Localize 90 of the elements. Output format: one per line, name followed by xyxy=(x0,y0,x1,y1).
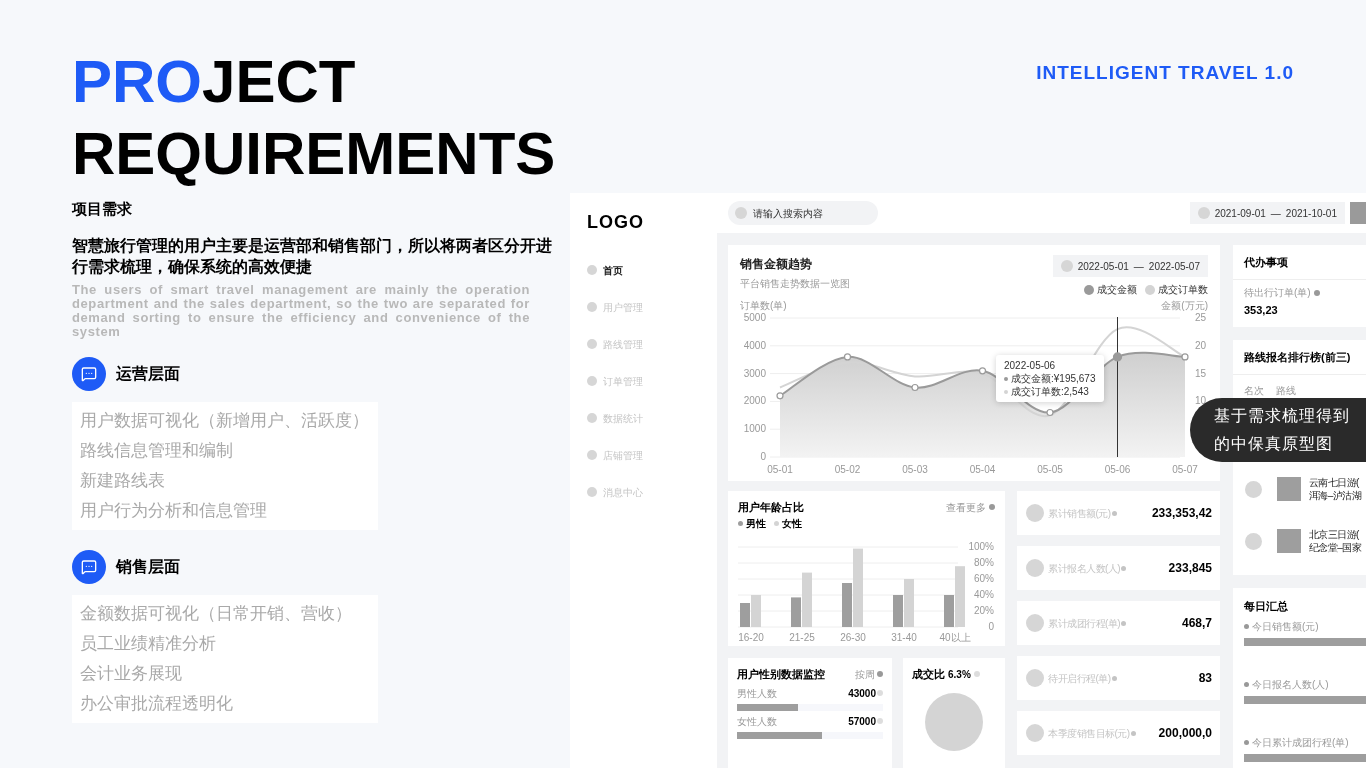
todo-value: 353,23 xyxy=(1244,303,1279,318)
card-title: 用户年龄占比 xyxy=(738,500,804,515)
axis-tick-label: 1000 xyxy=(743,423,766,435)
stat-value: 83 xyxy=(1198,670,1212,687)
list-item: 用户数据可视化（新增用户、活跃度） xyxy=(80,409,370,432)
card-title: 路线报名排行榜(前三) xyxy=(1244,349,1351,365)
stat-value: 233,845 xyxy=(1168,560,1212,577)
axis-tick-label: 05-04 xyxy=(969,464,996,475)
axis-tick-label: 26-30 xyxy=(840,631,866,643)
list-item: 新建路线表 xyxy=(80,469,166,492)
row-label: 男性人数 xyxy=(737,686,777,701)
filter-link[interactable]: 按周 xyxy=(855,666,883,682)
summary-english: The users of smart travel management are mainly the operation department and the sales department, so the two are separated for demand sorting to ensure the efficiency and convenience of the system xyxy=(72,282,530,339)
card-title: 成交比 xyxy=(912,667,945,682)
axis-tick-label: 60% xyxy=(974,572,994,584)
date-range-field[interactable]: 2022-05-01 — 2022-05-07 xyxy=(1052,255,1208,277)
axis-tick-label: 05-07 xyxy=(1172,464,1198,475)
axis-tick-label: 25 xyxy=(1194,313,1206,323)
card-title: 代办事项 xyxy=(1244,254,1288,270)
axis-tick-label: 0 xyxy=(988,620,994,632)
more-link[interactable]: 查看更多 xyxy=(946,499,995,516)
logo-text: LOGO xyxy=(587,211,645,234)
column-header: 路线 xyxy=(1276,384,1296,398)
stat-value: 200,000,0 xyxy=(1158,725,1212,742)
todo-label: 待出行订单(单) xyxy=(1244,285,1366,300)
section-label: 项目需求 xyxy=(72,199,133,219)
stat-value: 468,7 xyxy=(1181,615,1212,632)
list-item: 办公审批流程透明化 xyxy=(80,692,234,715)
axis-tick-label: 05-01 xyxy=(767,464,793,475)
row-value: 57000 xyxy=(848,713,883,729)
route-text: 纪念堂–国家 xyxy=(1309,541,1361,554)
list-item: 会计业务展现 xyxy=(80,662,183,685)
axis-tick-label: 4000 xyxy=(743,339,766,351)
card-title: 用户性别数据监控 xyxy=(737,667,825,682)
headline: REQUIREMENTS xyxy=(72,119,556,189)
search-field[interactable]: 请输入搜索内容 xyxy=(728,201,878,225)
legend-item: 成交订单数 xyxy=(1145,282,1208,297)
axis-tick-label: 0 xyxy=(760,451,766,462)
section-title: 销售层面 xyxy=(116,556,180,577)
list-item: 用户行为分析和信息管理 xyxy=(80,499,268,522)
row-value: 43000 xyxy=(848,685,883,701)
legend-item: 成交金额 xyxy=(1084,282,1137,297)
date-range-field[interactable]: 2021-09-01 — 2021-10-01 xyxy=(1189,202,1345,224)
axis-tick-label: 40以上 xyxy=(939,631,971,643)
axis-title: 金额(万元) xyxy=(1161,299,1208,313)
route-text: 洱海–泸沽湖 xyxy=(1309,489,1361,502)
note-text: 的中保真原型图 xyxy=(1214,434,1334,454)
axis-tick-label: 05-03 xyxy=(902,464,928,475)
section-title: 运营层面 xyxy=(116,363,180,384)
headline: PROJECT xyxy=(72,47,356,117)
column-header: 名次 xyxy=(1244,384,1264,398)
badge-text: INTELLIGENT TRAVEL 1.0 xyxy=(1036,61,1294,86)
tooltip-line: 成交金额:¥195,673 xyxy=(1004,372,1096,385)
nav-item[interactable]: 首页 xyxy=(587,262,717,278)
axis-tick-label: 10 xyxy=(1194,395,1206,407)
axis-tick-label: 5000 xyxy=(743,313,766,323)
axis-tick-label: 100% xyxy=(968,540,994,552)
summary-label: 今日报名人数(人) xyxy=(1244,676,1366,692)
route-text: 北京三日游( xyxy=(1309,528,1360,541)
card-title: 每日汇总 xyxy=(1244,599,1289,614)
note-text: 基于需求梳理得到 xyxy=(1214,406,1351,426)
legend-item: 男性 xyxy=(738,515,766,531)
axis-tick-label: 31-40 xyxy=(891,631,917,643)
axis-tick-label: 16-20 xyxy=(738,631,764,643)
axis-tick-label: 05-05 xyxy=(1037,464,1063,475)
legend-item: 女性 xyxy=(774,515,802,531)
list-item: 员工业绩精准分析 xyxy=(80,632,217,655)
axis-tick-label: 21-25 xyxy=(789,631,815,643)
axis-tick-label: 15 xyxy=(1194,367,1206,379)
ratio-value: 6.3% xyxy=(948,667,971,682)
axis-tick-label: 80% xyxy=(974,556,994,568)
summary-label: 今日累计成团行程(单) xyxy=(1244,734,1366,750)
stat-value: 233,353,42 xyxy=(1151,505,1212,522)
axis-tick-label: 20 xyxy=(1194,339,1206,351)
summary-text: 智慧旅行管理的用户主要是运营部和销售部门，所以将两者区分开进行需求梳理，确保系统的高效便捷 xyxy=(72,235,553,277)
row-label: 女性人数 xyxy=(737,714,777,729)
route-text: 云南七日游( xyxy=(1309,476,1360,489)
tooltip-date: 2022-05-06 xyxy=(1004,359,1057,372)
summary-label: 今日销售额(元) xyxy=(1244,618,1366,634)
tooltip-line: 成交订单数:2,543 xyxy=(1004,385,1096,398)
axis-tick-label: 3000 xyxy=(743,367,766,379)
list-item: 金额数据可视化（日常开销、营收） xyxy=(80,602,353,625)
axis-tick-label: 05-06 xyxy=(1104,464,1131,475)
axis-title: 订单数(单) xyxy=(740,299,787,313)
axis-tick-label: 40% xyxy=(974,588,994,600)
card-title: 销售金额趋势 xyxy=(740,256,813,273)
axis-tick-label: 2000 xyxy=(743,395,766,407)
list-item: 路线信息管理和编制 xyxy=(80,439,234,462)
axis-tick-label: 20% xyxy=(974,604,994,616)
axis-tick-label: 05-02 xyxy=(834,464,861,475)
